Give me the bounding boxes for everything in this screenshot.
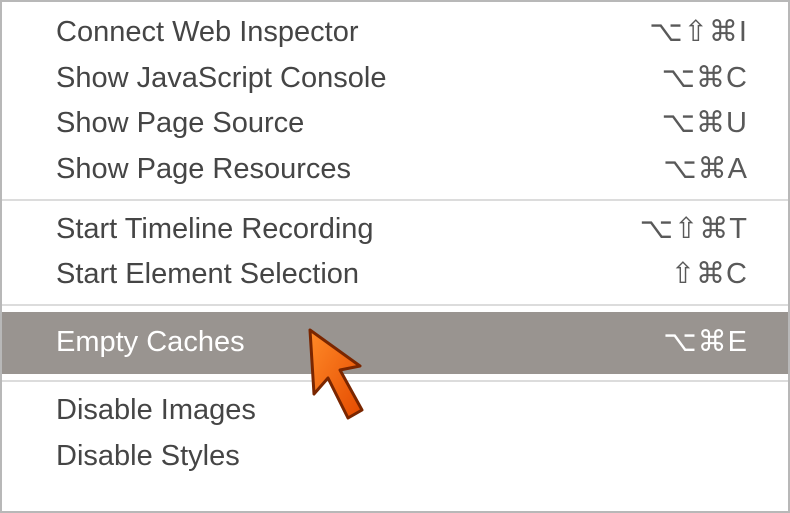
menu-item-shortcut: ⌥⌘C	[662, 60, 748, 98]
menu-item-label: Show JavaScript Console	[56, 60, 386, 98]
menu-item-start-element-selection[interactable]: Start Element Selection ⇧⌘C	[2, 252, 788, 298]
menu-item-disable-styles[interactable]: Disable Styles	[2, 434, 788, 480]
menu-item-label: Connect Web Inspector	[56, 14, 359, 52]
menu-item-label: Disable Images	[56, 392, 256, 430]
menu-item-label: Show Page Resources	[56, 151, 351, 189]
menu-item-label: Disable Styles	[56, 438, 240, 476]
menu-item-label: Start Timeline Recording	[56, 211, 374, 249]
menu-item-connect-web-inspector[interactable]: Connect Web Inspector ⌥⇧⌘I	[2, 10, 788, 56]
menu-item-shortcut: ⌥⇧⌘T	[640, 211, 748, 249]
menu-item-shortcut: ⌥⌘U	[662, 105, 748, 143]
menu-item-label: Start Element Selection	[56, 256, 359, 294]
develop-menu: Connect Web Inspector ⌥⇧⌘I Show JavaScri…	[2, 2, 788, 479]
menu-item-show-javascript-console[interactable]: Show JavaScript Console ⌥⌘C	[2, 56, 788, 102]
menu-item-start-timeline-recording[interactable]: Start Timeline Recording ⌥⇧⌘T	[2, 207, 788, 253]
menu-separator	[2, 304, 788, 306]
menu-item-label: Show Page Source	[56, 105, 304, 143]
menu-item-label: Empty Caches	[56, 324, 245, 362]
menu-separator	[2, 380, 788, 382]
menu-item-shortcut: ⌥⌘A	[663, 151, 748, 189]
menu-item-show-page-resources[interactable]: Show Page Resources ⌥⌘A	[2, 147, 788, 193]
menu-item-shortcut: ⇧⌘C	[671, 256, 748, 294]
menu-item-empty-caches[interactable]: Empty Caches ⌥⌘E	[2, 312, 788, 374]
menu-item-show-page-source[interactable]: Show Page Source ⌥⌘U	[2, 101, 788, 147]
menu-item-disable-images[interactable]: Disable Images	[2, 388, 788, 434]
menu-separator	[2, 199, 788, 201]
menu-item-shortcut: ⌥⇧⌘I	[649, 14, 748, 52]
menu-item-shortcut: ⌥⌘E	[663, 324, 748, 362]
